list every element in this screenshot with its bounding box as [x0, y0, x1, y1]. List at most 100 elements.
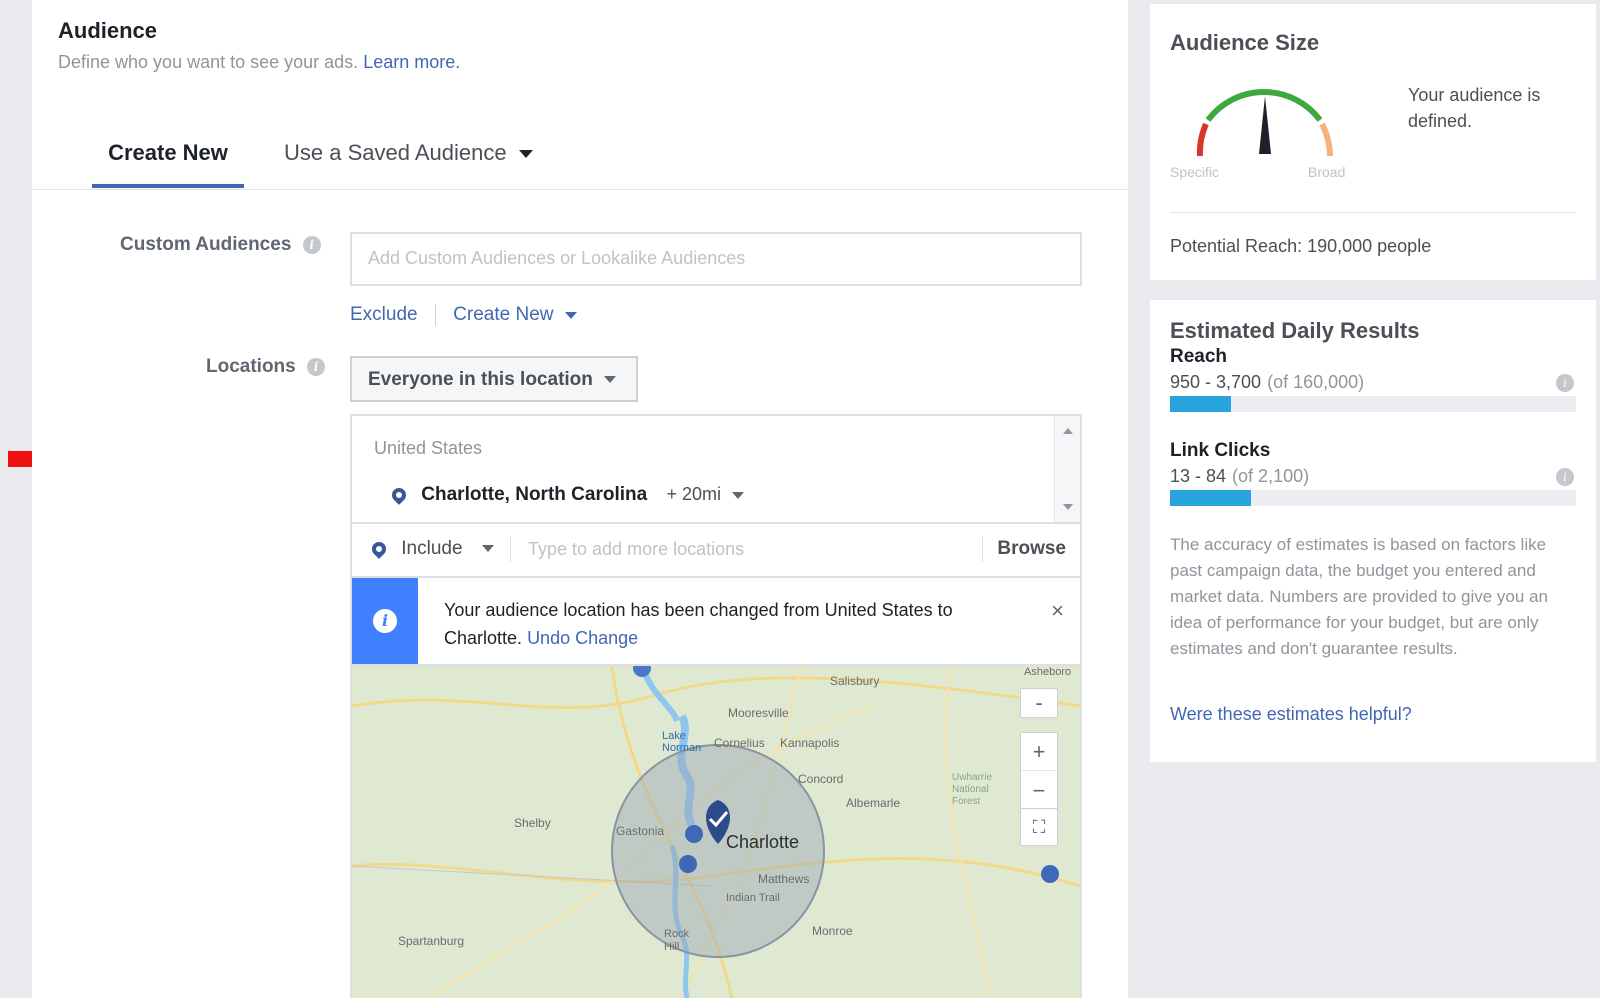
locations-label-text: Locations [206, 356, 296, 377]
estimates-disclaimer: The accuracy of estimates is based on fa… [1170, 535, 1548, 658]
map-label: Cornelius [714, 736, 765, 750]
map-canvas[interactable] [352, 666, 1080, 998]
link-clicks-total: (of 2,100) [1232, 466, 1310, 486]
location-pin-icon [369, 539, 389, 559]
zoom-in-button[interactable]: + [1021, 733, 1057, 771]
map-label: Spartanburg [398, 934, 465, 948]
map-label: Mooresville [728, 706, 789, 720]
zoom-out-button[interactable]: − [1021, 771, 1057, 811]
location-country: United States [374, 438, 483, 458]
collapse-map-button[interactable]: - [1020, 688, 1058, 718]
info-icon[interactable]: i [302, 235, 321, 254]
scroll-up-icon[interactable] [1063, 428, 1073, 434]
location-list-scrollbar[interactable] [1054, 416, 1080, 522]
custom-audiences-label-text: Custom Audiences [120, 234, 292, 255]
undo-change-link[interactable]: Undo Change [527, 628, 638, 648]
reach-label: Reach [1170, 346, 1228, 367]
recenter-icon[interactable]: ⛶ [1020, 808, 1058, 846]
location-item-charlotte[interactable]: Charlotte, North Carolina + 20mi [389, 484, 745, 506]
map-label: Albemarle [846, 796, 901, 810]
map-label: Asheboro [1024, 666, 1072, 678]
info-icon[interactable]: i [307, 357, 326, 376]
location-type-label: Everyone in this location [368, 369, 593, 390]
divider [982, 536, 983, 562]
info-icon[interactable]: i [1556, 468, 1574, 486]
chevron-down-icon [564, 311, 577, 319]
reach-bar-fill [1170, 396, 1231, 412]
divider [434, 304, 436, 326]
map-label: Uwharrie National Forest [952, 772, 993, 807]
reach-value: 950 - 3,700 (of 160,000) [1170, 372, 1364, 393]
custom-audiences-actions: Exclude Create New [350, 304, 577, 326]
learn-more-link[interactable]: Learn more. [363, 52, 460, 72]
tab-saved-audience-label: Use a Saved Audience [284, 140, 507, 165]
notice-info-bar: i [352, 578, 418, 664]
notice-message: Your audience location has been changed … [444, 596, 1024, 652]
zoom-controls: + − [1020, 732, 1058, 812]
chevron-down-icon [732, 491, 745, 499]
estimates-helpful-link[interactable]: Were these estimates helpful? [1170, 704, 1412, 725]
link-clicks-value: 13 - 84 (of 2,100) [1170, 466, 1309, 487]
map-label: Lake Norman [662, 730, 702, 754]
browse-button[interactable]: Browse [997, 538, 1066, 560]
location-type-dropdown[interactable]: Everyone in this location [350, 356, 638, 402]
audience-subtitle: Define who you want to see your ads. Lea… [58, 52, 460, 73]
link-clicks-label: Link Clicks [1170, 440, 1271, 461]
potential-reach: Potential Reach: 190,000 people [1170, 236, 1432, 256]
custom-audiences-input[interactable]: Add Custom Audiences or Lookalike Audien… [350, 232, 1082, 286]
notice-text: Your audience location has been changed … [444, 600, 953, 648]
divider [1170, 212, 1576, 213]
map-label: Kannapolis [780, 736, 840, 750]
map-label: Indian Trail [726, 892, 780, 904]
reach-range: 950 - 3,700 [1170, 372, 1262, 392]
location-city-name: Charlotte, North Carolina [421, 484, 648, 505]
add-location-row: Include Type to add more locations Brows… [350, 522, 1082, 578]
tab-create-new[interactable]: Create New [92, 140, 244, 188]
audience-subtitle-text: Define who you want to see your ads. [58, 52, 359, 72]
gauge-specific-label: Specific [1170, 164, 1220, 180]
close-icon[interactable]: × [1051, 598, 1064, 624]
map-label: Shelby [514, 816, 551, 830]
audience-size-title: Audience Size [1170, 30, 1320, 55]
map-label: Matthews [758, 872, 810, 886]
tab-saved-audience[interactable]: Use a Saved Audience [284, 140, 533, 188]
scroll-down-icon[interactable] [1063, 504, 1073, 510]
audience-size-message: Your audience is defined. [1408, 85, 1541, 131]
audience-panel: Audience Define who you want to see your… [32, 0, 1128, 998]
map-label-charlotte: Charlotte [726, 832, 800, 852]
divider [510, 536, 511, 562]
audience-header: Audience Define who you want to see your… [58, 18, 460, 73]
location-changed-notice: i Your audience location has been change… [350, 578, 1082, 666]
link-clicks-bar [1170, 490, 1576, 506]
info-icon[interactable]: i [1556, 374, 1574, 392]
daily-results-title: Estimated Daily Results [1170, 318, 1420, 343]
map-label: Rock Hill [664, 928, 690, 953]
location-map[interactable]: Salisbury Mooresville Lake Norman Cornel… [350, 666, 1082, 998]
include-dropdown[interactable]: Include [369, 538, 494, 560]
audience-tabs: Create New Use a Saved Audience [32, 130, 1128, 190]
link-clicks-range: 13 - 84 [1170, 466, 1227, 486]
create-new-link[interactable]: Create New [453, 304, 577, 325]
daily-results-card: Estimated Daily Results Reach 950 - 3,70… [1150, 300, 1596, 762]
create-new-link-label: Create New [453, 304, 554, 326]
link-clicks-bar-fill [1170, 490, 1252, 506]
custom-audiences-label: Custom Audiences i [120, 234, 321, 256]
gauge-broad-label: Broad [1308, 164, 1346, 180]
chevron-down-icon [481, 545, 494, 553]
map-label: Gastonia [616, 824, 665, 838]
map-label: Concord [798, 772, 844, 786]
reach-bar [1170, 396, 1576, 412]
chevron-down-icon [604, 376, 617, 384]
add-location-input[interactable]: Type to add more locations [528, 539, 744, 560]
location-radius-value: + 20mi [666, 484, 721, 504]
location-pin-icon [389, 485, 409, 505]
reach-total: (of 160,000) [1267, 372, 1365, 392]
info-icon: i [373, 609, 397, 633]
include-label: Include [401, 538, 463, 559]
map-label: Salisbury [830, 674, 880, 688]
audience-size-card: Audience Size Specific Broad Your audien… [1150, 4, 1596, 280]
map-label: Monroe [812, 924, 853, 938]
location-radius-dropdown[interactable]: + 20mi [666, 484, 745, 504]
chevron-down-icon [518, 150, 533, 159]
exclude-link[interactable]: Exclude [350, 304, 418, 325]
